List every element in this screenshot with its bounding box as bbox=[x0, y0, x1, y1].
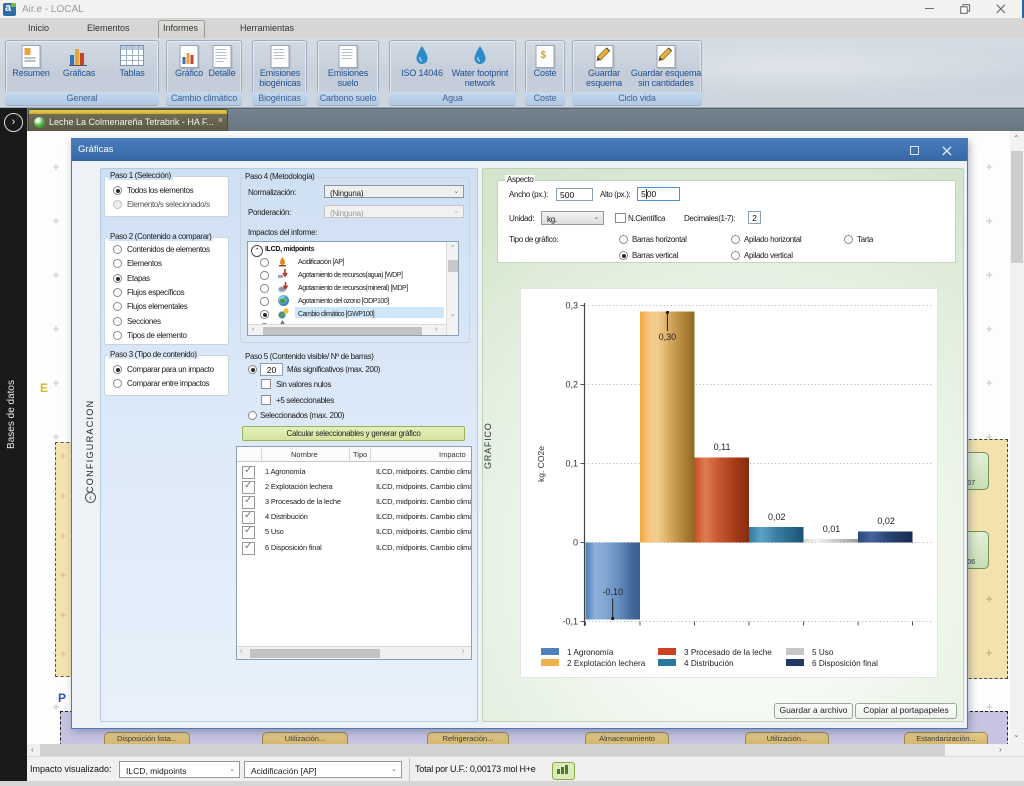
svg-text:0,01: 0,01 bbox=[823, 524, 841, 534]
svg-text:kg. CO2e: kg. CO2e bbox=[536, 446, 546, 482]
svg-text:0,1: 0,1 bbox=[565, 459, 578, 469]
svg-text:0,11: 0,11 bbox=[714, 442, 731, 452]
svg-text:6 Disposición final: 6 Disposición final bbox=[812, 659, 878, 668]
svg-text:-0,1: -0,1 bbox=[562, 617, 578, 627]
svg-text:2 Explotación lechera: 2 Explotación lechera bbox=[567, 659, 646, 668]
svg-text:0,30: 0,30 bbox=[659, 332, 677, 342]
svg-text:0,02: 0,02 bbox=[768, 512, 786, 522]
svg-text:0,2: 0,2 bbox=[565, 380, 578, 390]
svg-text:3 Procesado de la leche: 3 Procesado de la leche bbox=[684, 648, 772, 657]
svg-text:0: 0 bbox=[573, 538, 578, 548]
svg-text:0,3: 0,3 bbox=[565, 301, 578, 311]
svg-text:5 Uso: 5 Uso bbox=[812, 648, 834, 657]
svg-text:-0,10: -0,10 bbox=[602, 587, 623, 597]
svg-text:4 Distribución: 4 Distribución bbox=[684, 659, 734, 668]
svg-text:0,02: 0,02 bbox=[877, 516, 895, 526]
svg-text:1 Agronomía: 1 Agronomía bbox=[567, 648, 614, 657]
